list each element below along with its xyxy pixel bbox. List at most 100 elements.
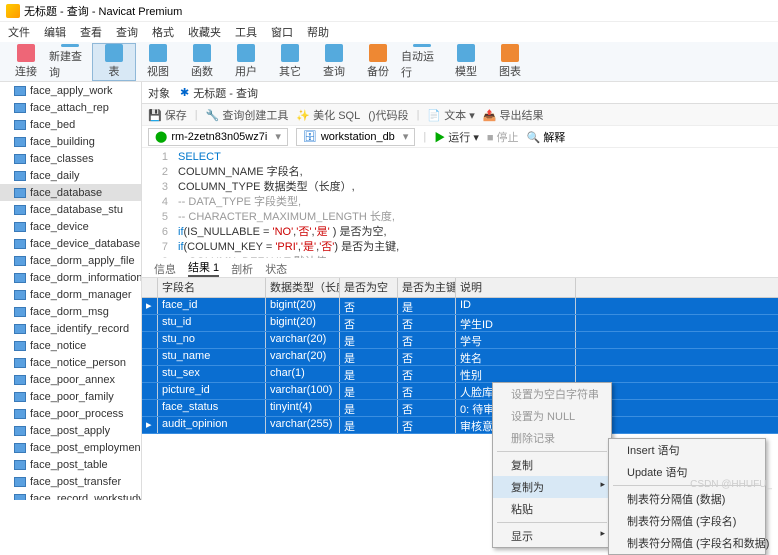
cell[interactable] (142, 315, 158, 331)
tab-status[interactable]: 状态 (265, 261, 287, 277)
col-header[interactable]: 说明 (456, 278, 576, 297)
sidebar-item-face_notice[interactable]: face_notice (0, 337, 141, 354)
menuitem[interactable]: 制表符分隔值 (数据) (609, 488, 765, 510)
sidebar[interactable]: face_apply_workface_attach_repface_bedfa… (0, 82, 142, 500)
sidebar-item-face_poor_family[interactable]: face_poor_family (0, 388, 141, 405)
toolbar-query[interactable]: 查询 (312, 43, 356, 81)
cell[interactable]: 是 (340, 332, 398, 348)
cell[interactable]: 学号 (456, 332, 576, 348)
cell[interactable]: varchar(100) (266, 383, 340, 399)
cell[interactable]: face_id (158, 298, 266, 314)
cell[interactable]: 否 (398, 417, 456, 433)
cell[interactable]: varchar(255) (266, 417, 340, 433)
sidebar-item-face_attach_rep[interactable]: face_attach_rep (0, 99, 141, 116)
toolbar-plug[interactable]: 连接 (4, 43, 48, 81)
sidebar-item-face_poor_process[interactable]: face_poor_process (0, 405, 141, 422)
menu-查询[interactable]: 查询 (116, 24, 138, 40)
sidebar-item-face_post_employmen[interactable]: face_post_employmen (0, 439, 141, 456)
toolbar-table[interactable]: 表 (92, 43, 136, 81)
sidebar-item-face_device_database[interactable]: face_device_database (0, 235, 141, 252)
cell[interactable]: stu_id (158, 315, 266, 331)
col-header[interactable]: 是否为主键 (398, 278, 456, 297)
toolbar-model[interactable]: 模型 (444, 43, 488, 81)
sidebar-item-face_classes[interactable]: face_classes (0, 150, 141, 167)
menu-帮助[interactable]: 帮助 (307, 24, 329, 40)
sidebar-item-face_record_workstudy[interactable]: face_record_workstudy (0, 490, 141, 500)
col-header[interactable]: 是否为空 (340, 278, 398, 297)
sidebar-item-face_apply_work[interactable]: face_apply_work (0, 82, 141, 99)
db-select[interactable]: 🗄workstation_db▾ (296, 128, 416, 146)
cell[interactable] (142, 349, 158, 365)
sidebar-item-face_building[interactable]: face_building (0, 133, 141, 150)
cell[interactable]: stu_name (158, 349, 266, 365)
table-row[interactable]: stu_novarchar(20)是否学号 (142, 332, 778, 349)
tab-info[interactable]: 信息 (154, 261, 176, 277)
toolbar-other[interactable]: 其它 (268, 43, 312, 81)
sidebar-item-face_notice_person[interactable]: face_notice_person (0, 354, 141, 371)
menuitem[interactable]: 复制为 (493, 476, 611, 498)
cell[interactable]: ▸ (142, 417, 158, 433)
toolbar-auto[interactable]: 自动运行 (400, 43, 444, 81)
query-builder-button[interactable]: 🔧 查询创建工具 (206, 107, 289, 123)
tab-objects[interactable]: 对象 (148, 85, 170, 101)
menu-编辑[interactable]: 编辑 (44, 24, 66, 40)
cell[interactable]: 否 (398, 383, 456, 399)
cell[interactable]: 是 (340, 349, 398, 365)
table-row[interactable]: stu_sexchar(1)是否性别 (142, 366, 778, 383)
explain-button[interactable]: 🔍 解释 (527, 129, 566, 145)
cell[interactable]: ▸ (142, 298, 158, 314)
run-button[interactable]: ▶ 运行 ▾ (434, 129, 479, 145)
sidebar-item-face_database_stu[interactable]: face_database_stu (0, 201, 141, 218)
sidebar-item-face_bed[interactable]: face_bed (0, 116, 141, 133)
cell[interactable]: 否 (398, 366, 456, 382)
cell[interactable]: bigint(20) (266, 298, 340, 314)
cell[interactable]: 是 (398, 298, 456, 314)
beautify-sql-button[interactable]: ✨ 美化 SQL (296, 107, 360, 123)
menu-格式[interactable]: 格式 (152, 24, 174, 40)
menuitem[interactable]: Insert 语句 (609, 439, 765, 461)
menu-工具[interactable]: 工具 (235, 24, 257, 40)
cell[interactable]: 否 (398, 332, 456, 348)
cell[interactable]: 学生ID (456, 315, 576, 331)
table-row[interactable]: ▸audit_opinionvarchar(255)是否审核意见 (142, 417, 778, 434)
table-row[interactable]: ▸face_idbigint(20)否是ID (142, 298, 778, 315)
cell[interactable]: 性别 (456, 366, 576, 382)
cell[interactable]: char(1) (266, 366, 340, 382)
sidebar-item-face_post_transfer[interactable]: face_post_transfer (0, 473, 141, 490)
menuitem[interactable]: 显示 (493, 525, 611, 547)
menu-收藏夹[interactable]: 收藏夹 (188, 24, 221, 40)
sidebar-item-face_post_table[interactable]: face_post_table (0, 456, 141, 473)
cell[interactable]: 是 (340, 383, 398, 399)
toolbar-newq[interactable]: 新建查询 (48, 43, 92, 81)
menu-窗口[interactable]: 窗口 (271, 24, 293, 40)
table-row[interactable]: stu_namevarchar(20)是否姓名 (142, 349, 778, 366)
cell[interactable] (142, 332, 158, 348)
cell[interactable]: 是 (340, 400, 398, 416)
result-grid[interactable]: 字段名数据类型（长度是否为空是否为主键说明 ▸face_idbigint(20)… (142, 278, 778, 434)
tab-profile[interactable]: 剖析 (231, 261, 253, 277)
context-submenu-copyas[interactable]: Insert 语句Update 语句制表符分隔值 (数据)制表符分隔值 (字段名… (608, 438, 766, 555)
cell[interactable] (142, 366, 158, 382)
col-header[interactable]: 字段名 (158, 278, 266, 297)
cell[interactable]: 是 (340, 417, 398, 433)
sidebar-item-face_database[interactable]: face_database (0, 184, 141, 201)
cell[interactable]: picture_id (158, 383, 266, 399)
code-snippet-button[interactable]: ()代码段 (368, 107, 408, 123)
toolbar-view[interactable]: 视图 (136, 43, 180, 81)
cell[interactable]: audit_opinion (158, 417, 266, 433)
text-button[interactable]: 📄 文本 ▾ (427, 107, 474, 123)
sidebar-item-face_poor_annex[interactable]: face_poor_annex (0, 371, 141, 388)
stop-button[interactable]: ■ 停止 (487, 129, 519, 145)
sidebar-item-face_dorm_information[interactable]: face_dorm_information (0, 269, 141, 286)
export-button[interactable]: 📤 导出结果 (483, 107, 544, 123)
cell[interactable]: 姓名 (456, 349, 576, 365)
tab-untitled-query[interactable]: ✱无标题 - 查询 (180, 85, 258, 101)
cell[interactable]: 否 (340, 298, 398, 314)
cell[interactable]: bigint(20) (266, 315, 340, 331)
menuitem[interactable]: 制表符分隔值 (字段名和数据) (609, 532, 765, 554)
cell[interactable] (142, 400, 158, 416)
table-row[interactable]: stu_idbigint(20)否否学生ID (142, 315, 778, 332)
toolbar-backup[interactable]: 备份 (356, 43, 400, 81)
cell[interactable]: ID (456, 298, 576, 314)
sidebar-item-face_identify_record[interactable]: face_identify_record (0, 320, 141, 337)
